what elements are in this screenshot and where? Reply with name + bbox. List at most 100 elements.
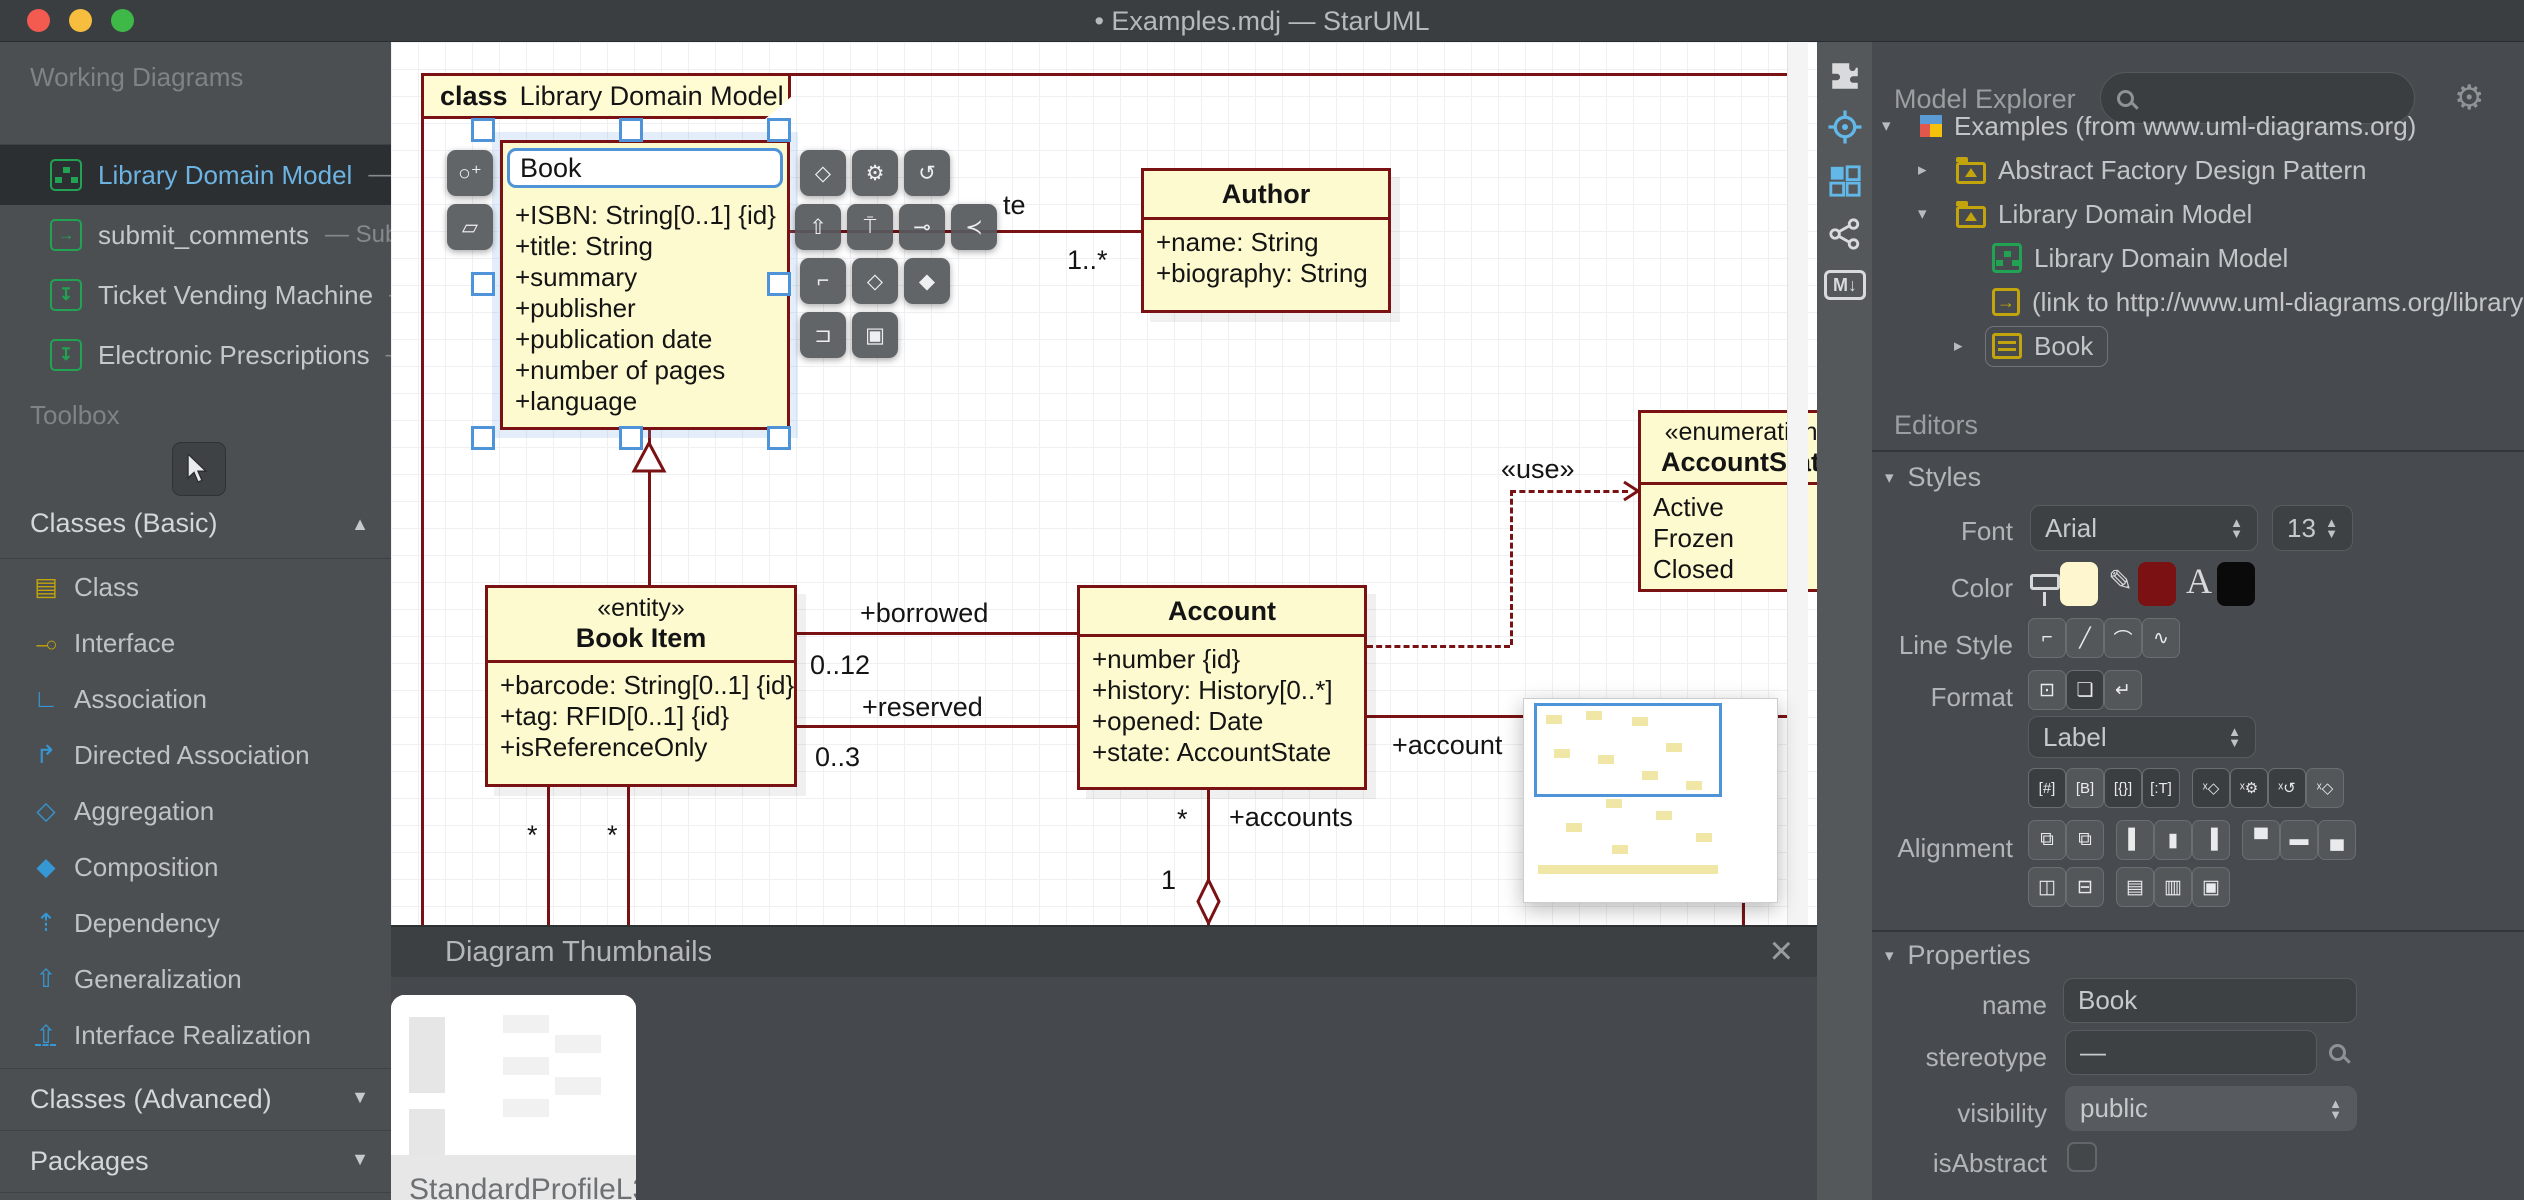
diagram-thumbnails-icon[interactable] xyxy=(1826,162,1863,199)
pointer-tool-button[interactable] xyxy=(172,442,226,496)
tree-item[interactable]: Library Domain Model xyxy=(1872,236,2524,280)
display-toggle-button[interactable]: [:T] xyxy=(2142,768,2180,808)
working-diagram-item[interactable]: Ticket Vending Machine — T xyxy=(0,265,391,325)
line-style-button[interactable]: ⌐ xyxy=(2028,618,2066,658)
zoom-navigator-icon[interactable] xyxy=(1826,108,1863,145)
alignment-button[interactable]: ▐ xyxy=(2192,820,2230,860)
display-toggle-button[interactable]: [{}] xyxy=(2104,768,2142,808)
name-field[interactable] xyxy=(2063,978,2357,1023)
tree-caret-icon[interactable]: ▾ xyxy=(1882,116,1914,136)
quick-tool-button[interactable]: ⊸ xyxy=(899,204,945,250)
selection-handle-ne[interactable] xyxy=(767,118,791,142)
tree-caret-icon[interactable]: ▸ xyxy=(1954,336,1986,356)
diagram-preview-popup[interactable] xyxy=(1523,698,1778,903)
tree-item[interactable]: ▸ Book xyxy=(1872,324,2524,368)
toolbox-tool[interactable]: Dependency xyxy=(0,895,391,951)
display-toggle-button[interactable]: [#] xyxy=(2028,768,2066,808)
alignment-button[interactable]: ▀ xyxy=(2242,820,2280,860)
association-item-line-right[interactable] xyxy=(627,787,630,925)
display-toggle-button[interactable]: ˣ⚙ xyxy=(2230,768,2268,808)
selection-handle-n[interactable] xyxy=(619,118,643,142)
class-book[interactable]: +ISBN: String[0..1] {id}+title: String+s… xyxy=(500,140,790,430)
isabstract-checkbox[interactable] xyxy=(2067,1142,2097,1172)
stereotype-search-icon[interactable] xyxy=(2329,1044,2346,1061)
styles-section-header[interactable]: ▾ Styles xyxy=(1885,462,1981,493)
toolbox-tool[interactable]: Directed Association xyxy=(0,727,391,783)
quick-tool-button[interactable]: ◇ xyxy=(800,150,846,196)
working-diagram-item[interactable]: submit_comments — Submit xyxy=(0,205,391,265)
toolbox-section[interactable]: Classes (Advanced) ▼ xyxy=(0,1068,391,1130)
quick-tool-button[interactable]: ↺ xyxy=(904,150,950,196)
alignment-button[interactable]: ▥ xyxy=(2154,867,2192,907)
line-color-swatch[interactable] xyxy=(2138,562,2176,606)
relationship-explorer-icon[interactable] xyxy=(1826,215,1863,252)
selection-handle-se[interactable] xyxy=(767,426,791,450)
toolbox-tool[interactable]: Association xyxy=(0,671,391,727)
diagram-thumbnail-card[interactable]: StandardProfileL3 xyxy=(391,995,636,1200)
font-family-select[interactable]: Arial ▲ ▼ xyxy=(2030,505,2258,551)
selection-handle-e[interactable] xyxy=(767,272,791,296)
class-book-item[interactable]: «entity» Book Item +barcode: String[0..1… xyxy=(485,585,797,787)
alignment-button[interactable]: ▣ xyxy=(2192,867,2230,907)
toolbox-tool[interactable]: Interface xyxy=(0,615,391,671)
alignment-button[interactable]: ▌ xyxy=(2116,820,2154,860)
alignment-button[interactable]: ▄ xyxy=(2318,820,2356,860)
toolbox-tool[interactable]: Composition xyxy=(0,839,391,895)
class-name-editor[interactable] xyxy=(507,148,783,188)
tree-caret-icon[interactable]: ▾ xyxy=(1918,204,1950,224)
quick-tool-button[interactable]: ⇧ xyxy=(795,204,841,250)
tree-item[interactable]: (link to http://www.uml-diagrams.org/lib… xyxy=(1872,280,2524,324)
visibility-select[interactable]: public ▲ ▼ xyxy=(2065,1086,2357,1131)
font-color-swatch[interactable] xyxy=(2217,562,2255,606)
tree-item[interactable]: ▾ Library Domain Model xyxy=(1872,192,2524,236)
selection-handle-w[interactable] xyxy=(471,272,495,296)
label-format-select[interactable]: Label ▲ ▼ xyxy=(2028,716,2256,758)
quick-tool-button[interactable]: ≺ xyxy=(951,204,997,250)
markdown-icon[interactable]: M↓ xyxy=(1824,270,1866,300)
working-diagram-item[interactable]: Electronic Prescriptions — E xyxy=(0,325,391,385)
association-borrowed-line[interactable] xyxy=(797,632,1077,635)
format-button[interactable]: ⊡ xyxy=(2028,670,2066,710)
class-account[interactable]: Account +number {id} +history: History[0.… xyxy=(1077,585,1367,790)
preview-viewport[interactable] xyxy=(1534,703,1722,797)
quick-tool-button[interactable]: ○⁺ xyxy=(447,150,493,196)
toolbox-tool[interactable]: Interface Realization xyxy=(0,1007,391,1063)
selection-handle-sw[interactable] xyxy=(471,426,495,450)
alignment-button[interactable]: ⧉ xyxy=(2066,820,2104,860)
alignment-button[interactable]: ▮ xyxy=(2154,820,2192,860)
properties-section-header[interactable]: ▾ Properties xyxy=(1885,940,2031,971)
toolbox-section[interactable]: Packages ▼ xyxy=(0,1130,391,1192)
alignment-button[interactable]: ◫ xyxy=(2028,867,2066,907)
display-toggle-button[interactable]: [B] xyxy=(2066,768,2104,808)
display-toggle-button[interactable]: ˣ◇ xyxy=(2192,768,2230,808)
tree-caret-icon[interactable]: ▸ xyxy=(1918,160,1950,180)
alignment-button[interactable]: ⊟ xyxy=(2066,867,2104,907)
tree-item[interactable]: ▸ Abstract Factory Design Pattern xyxy=(1872,148,2524,192)
quick-tool-button[interactable]: ⚙ xyxy=(852,150,898,196)
line-style-button[interactable]: ╱ xyxy=(2066,618,2104,658)
quick-tool-button[interactable]: ▣ xyxy=(852,312,898,358)
selection-handle-nw[interactable] xyxy=(471,118,495,142)
generalization-line-bottom[interactable] xyxy=(648,472,651,585)
quick-tool-button[interactable]: ⍑ xyxy=(847,204,893,250)
dependency-use-line-h1[interactable] xyxy=(1367,645,1510,648)
display-toggle-button[interactable]: ˣ↺ xyxy=(2268,768,2306,808)
line-style-button[interactable]: ∿ xyxy=(2142,618,2180,658)
display-toggle-button[interactable]: ˣ◇ xyxy=(2306,768,2344,808)
format-button[interactable]: ↵ xyxy=(2104,670,2142,710)
working-diagram-item[interactable]: Library Domain Model — Lib xyxy=(0,145,391,205)
toolbox-tool[interactable]: Aggregation xyxy=(0,783,391,839)
toolbox-tool[interactable]: Class xyxy=(0,559,391,615)
toolbox-section-classes-basic[interactable]: Classes (Basic) ▲ xyxy=(0,508,391,554)
font-size-stepper[interactable]: 13 ▲ ▼ xyxy=(2272,505,2353,551)
quick-tool-button[interactable]: ◆ xyxy=(904,258,950,304)
quick-tool-button[interactable]: ▱ xyxy=(447,204,493,250)
selection-handle-s[interactable] xyxy=(619,426,643,450)
association-item-line-left[interactable] xyxy=(547,787,550,925)
format-button[interactable]: ❏ xyxy=(2066,670,2104,710)
line-style-button[interactable]: ⌒ xyxy=(2104,618,2142,658)
quick-tool-button[interactable]: ◇ xyxy=(852,258,898,304)
vertical-scrollbar[interactable] xyxy=(1787,42,1808,925)
alignment-button[interactable]: ⧉ xyxy=(2028,820,2066,860)
extensions-icon[interactable] xyxy=(1826,57,1863,94)
